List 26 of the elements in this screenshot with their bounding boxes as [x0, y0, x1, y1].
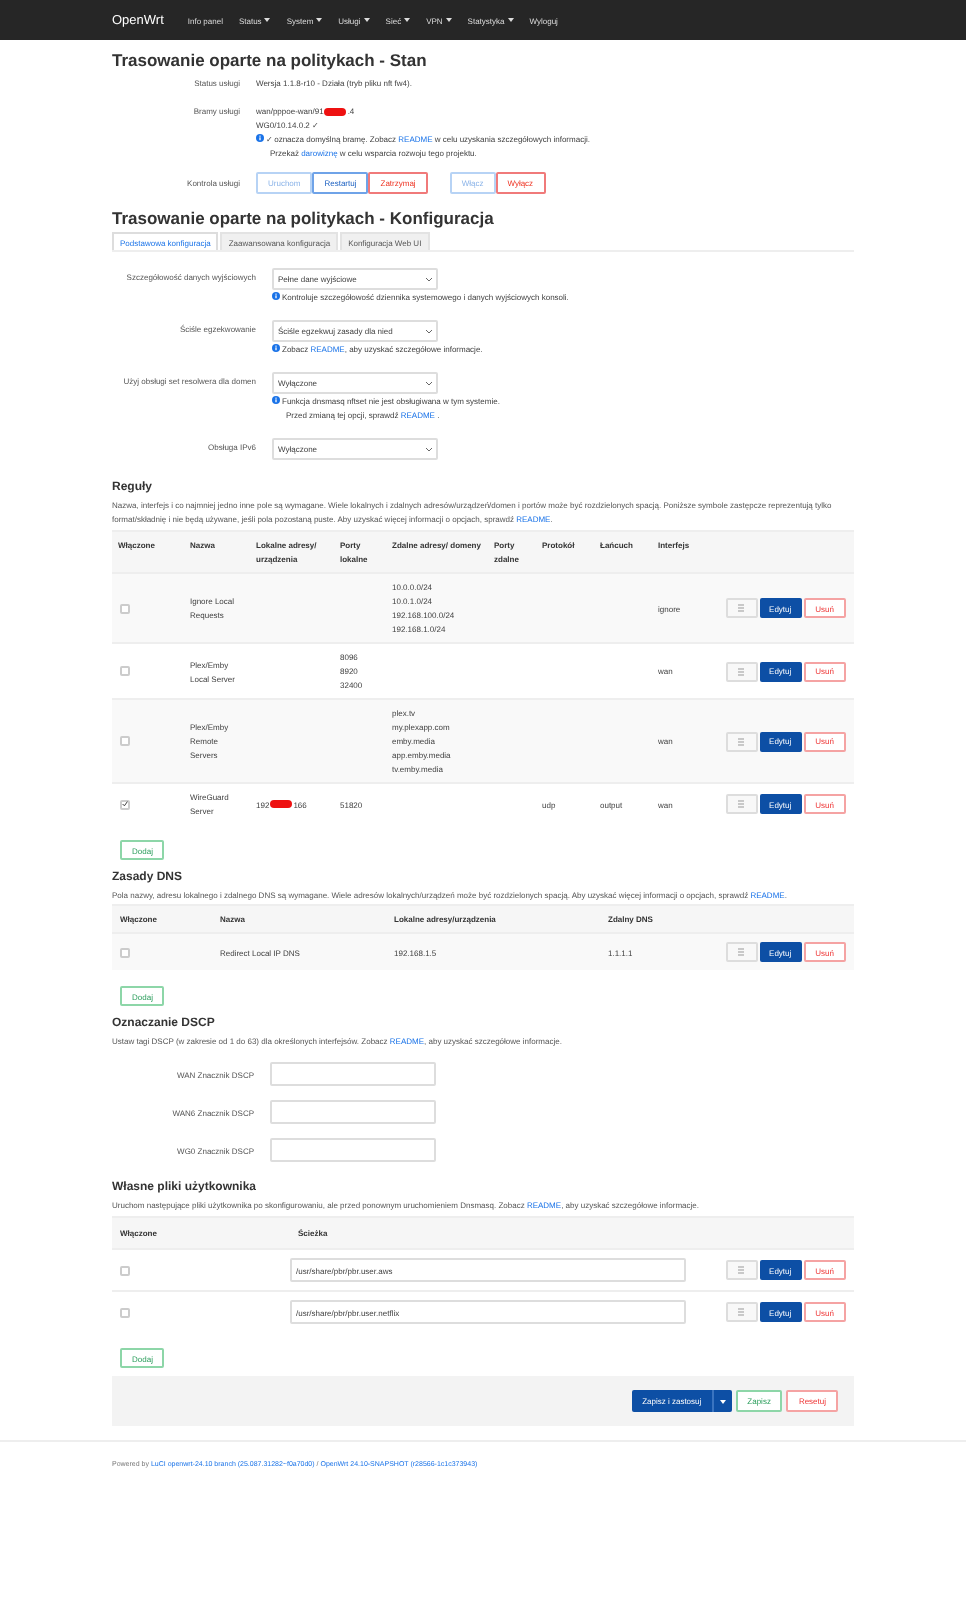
- drag-handle-icon: [738, 737, 745, 745]
- drag-handle-button[interactable]: [725, 731, 758, 751]
- input-field[interactable]: [270, 1062, 436, 1086]
- drag-handle-button[interactable]: [725, 1302, 758, 1322]
- drag-handle-icon: [738, 1308, 745, 1316]
- drag-handle-button[interactable]: [725, 1260, 758, 1280]
- drag-handle-button[interactable]: [725, 598, 758, 618]
- drag-handle-button[interactable]: [725, 661, 758, 681]
- page-title: Trasowanie oparte na politykach - Stan: [112, 48, 429, 72]
- drag-handle-icon: [738, 948, 745, 956]
- drag-handle-icon: [738, 667, 745, 675]
- check-icon: [122, 800, 128, 808]
- caret-icon: [719, 1399, 726, 1403]
- drag-handle-icon: [738, 604, 745, 612]
- info-icon: [256, 134, 264, 142]
- input-field[interactable]: [270, 1100, 436, 1124]
- info-icon: [272, 344, 280, 352]
- drag-handle-button[interactable]: [725, 942, 758, 962]
- drag-handle-icon: [738, 800, 745, 808]
- info-icon: [272, 396, 280, 404]
- drag-handle-icon: [738, 1266, 745, 1274]
- input-field[interactable]: [270, 1138, 436, 1162]
- checkbox[interactable]: [120, 799, 130, 809]
- info-icon: [272, 292, 280, 300]
- drag-handle-button[interactable]: [725, 794, 758, 814]
- page-title: Trasowanie oparte na politykach - Konfiguracja: [112, 206, 496, 230]
